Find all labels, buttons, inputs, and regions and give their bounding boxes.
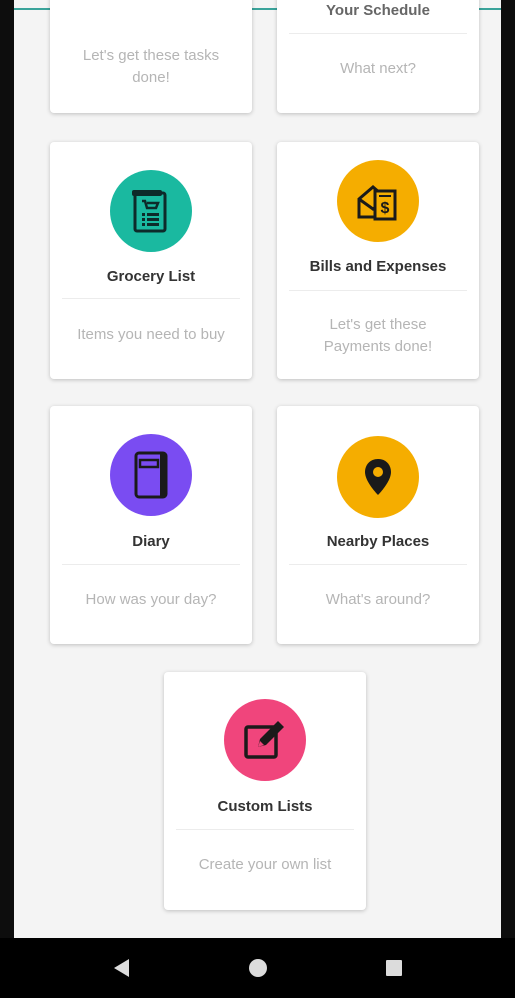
home-icon <box>249 959 267 977</box>
todo-card[interactable]: Let's get these tasks done! <box>50 0 252 113</box>
diary-title: Diary <box>132 533 170 550</box>
nearby-subtitle: What's around? <box>325 591 431 608</box>
schedule-subtitle: What next? <box>340 60 416 77</box>
todo-subtitle: Let's get these tasks done! <box>60 45 242 89</box>
custom-subtitle: Create your own list <box>198 856 332 873</box>
custom-card[interactable]: Custom Lists Create your own list <box>164 672 366 910</box>
grocery-list-icon <box>132 190 167 233</box>
bills-title: Bills and Expenses <box>309 258 447 275</box>
bills-subtitle-line2: Payments done! <box>323 338 433 355</box>
bills-subtitle-line1: Let's get these <box>329 316 427 333</box>
phone-frame: Let's get these tasks done! Your Schedul… <box>0 0 515 998</box>
bills-subtitle: Let's get these Payments done! <box>287 314 469 358</box>
diary-icon <box>134 451 168 499</box>
bills-icon: $ <box>357 185 397 221</box>
back-icon <box>114 959 129 977</box>
back-button[interactable] <box>91 938 151 998</box>
bills-divider <box>289 290 467 291</box>
app-screen: Let's get these tasks done! Your Schedul… <box>14 0 501 938</box>
diary-subtitle: How was your day? <box>85 591 217 608</box>
schedule-card[interactable]: Your Schedule What next? <box>277 0 479 113</box>
grocery-card[interactable]: Grocery List Items you need to buy <box>50 142 252 379</box>
recents-icon <box>386 960 402 976</box>
grocery-title: Grocery List <box>106 268 196 285</box>
schedule-divider <box>289 33 467 34</box>
edit-icon <box>244 721 284 759</box>
home-button[interactable] <box>228 938 288 998</box>
nearby-title: Nearby Places <box>326 533 430 550</box>
schedule-title: Your Schedule <box>326 2 430 19</box>
nearby-icon-circle <box>337 436 419 518</box>
bills-card[interactable]: $ Bills and Expenses Let's get these Pay… <box>277 142 479 379</box>
custom-title: Custom Lists <box>217 798 313 815</box>
diary-card[interactable]: Diary How was your day? <box>50 406 252 644</box>
grocery-icon-circle <box>110 170 192 252</box>
diary-icon-circle <box>110 434 192 516</box>
todo-subtitle-line1: Let's get these tasks <box>82 47 220 64</box>
custom-divider <box>176 829 354 830</box>
diary-divider <box>62 564 240 565</box>
todo-subtitle-line2: done! <box>132 69 170 86</box>
custom-icon-circle <box>224 699 306 781</box>
nearby-divider <box>289 564 467 565</box>
map-pin-icon <box>365 459 391 495</box>
system-nav-bar <box>0 938 515 998</box>
svg-text:$: $ <box>381 200 390 217</box>
bills-icon-circle: $ <box>337 160 419 242</box>
nearby-card[interactable]: Nearby Places What's around? <box>277 406 479 644</box>
recents-button[interactable] <box>364 938 424 998</box>
grocery-subtitle: Items you need to buy <box>77 326 225 343</box>
grocery-divider <box>62 298 240 299</box>
